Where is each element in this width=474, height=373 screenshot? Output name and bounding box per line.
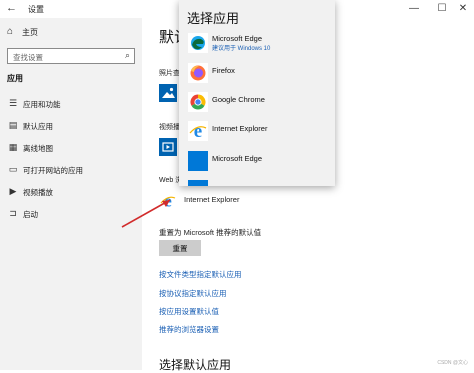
annotation-arrow	[121, 199, 171, 228]
watermark: CSDN @文心	[437, 360, 468, 366]
